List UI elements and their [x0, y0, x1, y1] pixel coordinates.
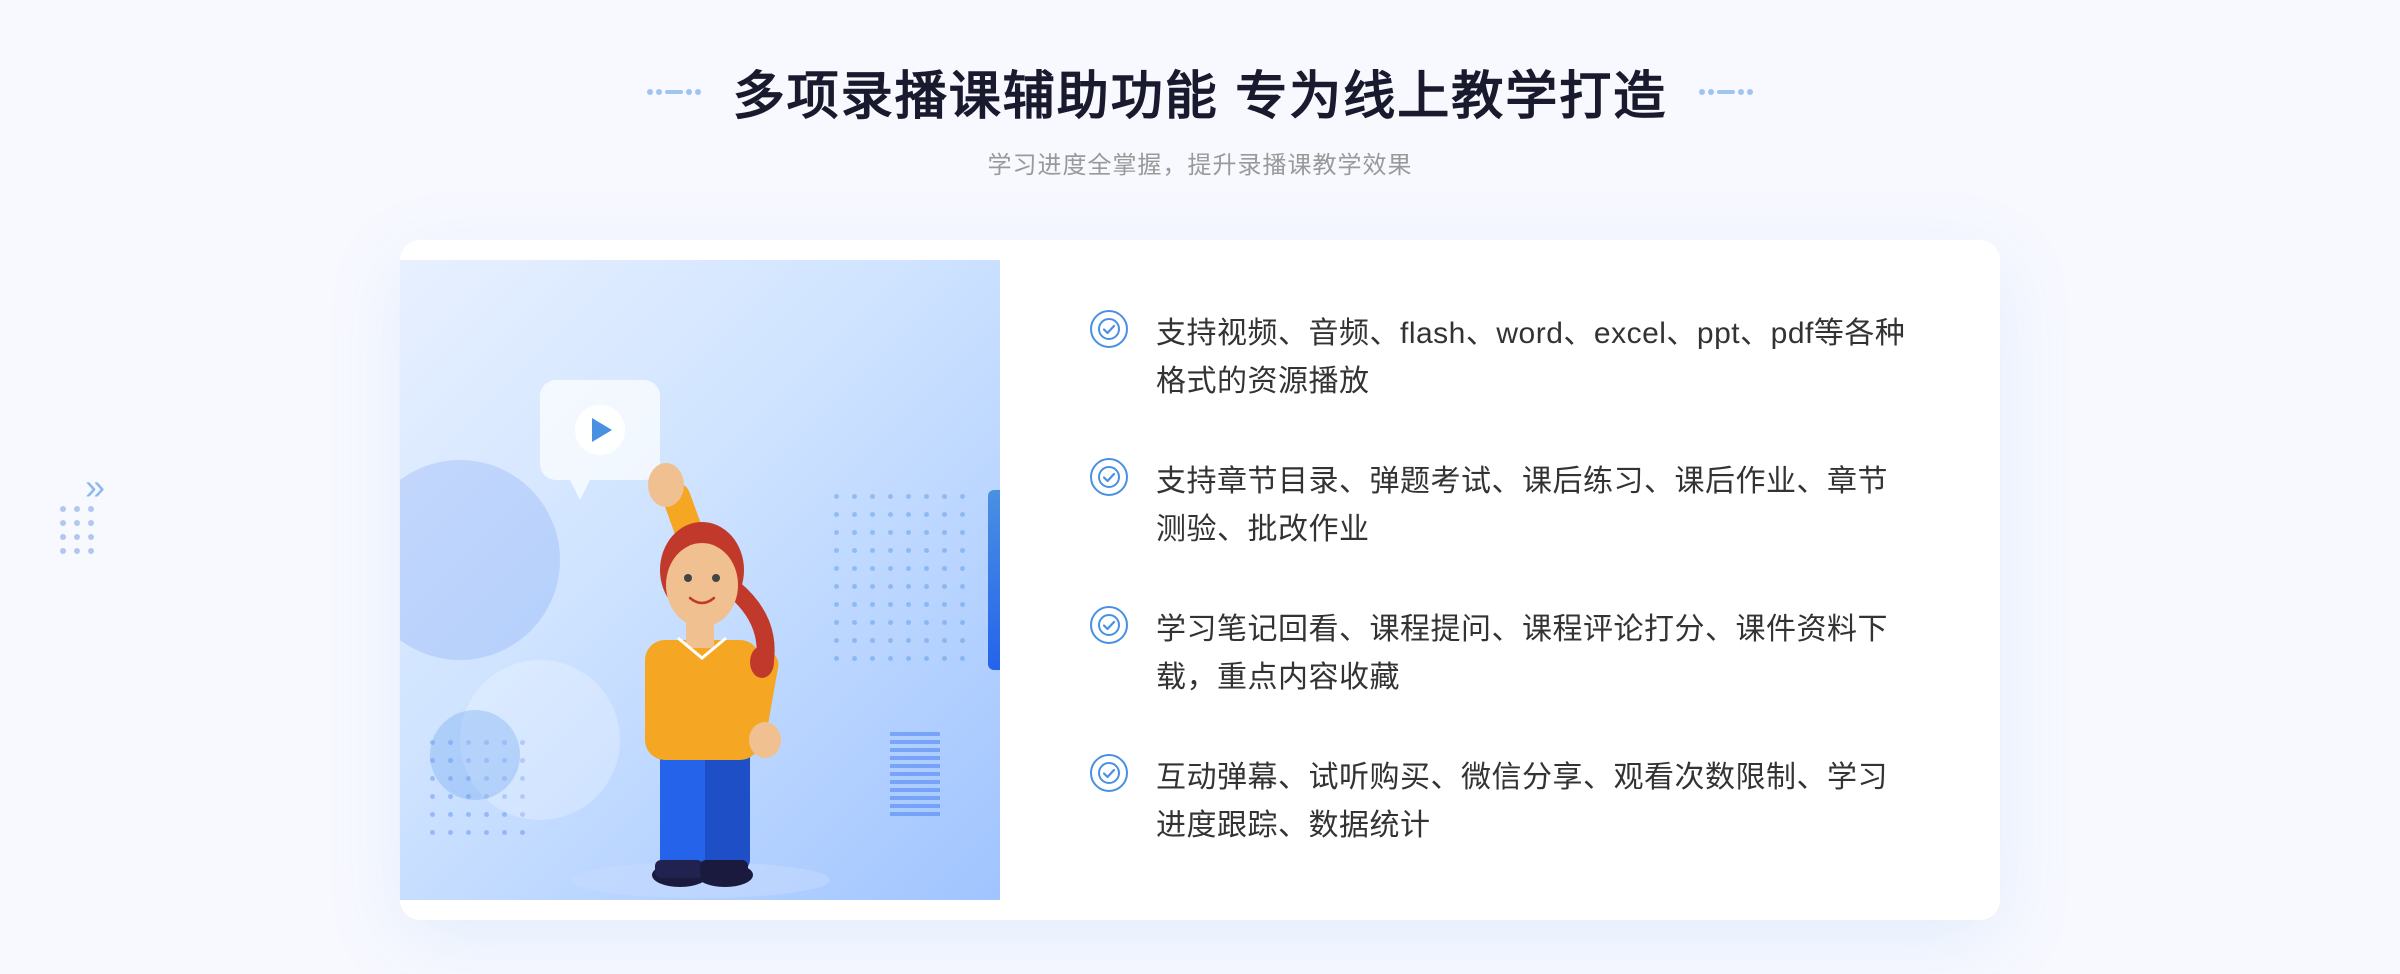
page-title: 多项录播课辅助功能 专为线上教学打造 [733, 54, 1667, 129]
feature-item-3: 学习笔记回看、课程提问、课程评论打分、课件资料下载，重点内容收藏 [1090, 606, 1910, 702]
feature-text-2: 支持章节目录、弹题考试、课后练习、课后作业、章节测验、批改作业 [1156, 458, 1910, 554]
check-icon-3 [1090, 606, 1128, 644]
title-left-decoration [647, 89, 701, 95]
check-icon-1 [1090, 310, 1128, 348]
circle-small-decoration [430, 710, 520, 800]
feature-item-4: 互动弹幕、试听购买、微信分享、观看次数限制、学习进度跟踪、数据统计 [1090, 754, 1910, 850]
feature-item-1: 支持视频、音频、flash、word、excel、ppt、pdf等各种格式的资源… [1090, 310, 1910, 406]
feature-text-3: 学习笔记回看、课程提问、课程评论打分、课件资料下载，重点内容收藏 [1156, 606, 1910, 702]
main-title-container: 多项录播课辅助功能 专为线上教学打造 [635, 54, 1765, 129]
feature-text-1: 支持视频、音频、flash、word、excel、ppt、pdf等各种格式的资源… [1156, 310, 1910, 406]
stripe-decoration [890, 730, 940, 820]
feature-text-4: 互动弹幕、试听购买、微信分享、观看次数限制、学习进度跟踪、数据统计 [1156, 754, 1910, 850]
outer-dots-decoration [60, 506, 94, 554]
header-section: 多项录播课辅助功能 专为线上教学打造 学习进度全掌握，提升录播课教学效果 [635, 54, 1765, 180]
left-chevron-decoration: » [85, 466, 105, 508]
features-panel: 支持视频、音频、flash、word、excel、ppt、pdf等各种格式的资源… [1000, 240, 2000, 920]
main-content-area: 支持视频、音频、flash、word、excel、ppt、pdf等各种格式的资源… [400, 240, 2000, 920]
check-icon-4 [1090, 754, 1128, 792]
person-illustration [530, 420, 870, 900]
title-right-decoration [1699, 89, 1753, 95]
page-container: » 多项录播课辅助功能 专为线上教学打造 学习进度全掌握，提升录播课教学效果 [0, 0, 2400, 974]
feature-item-2: 支持章节目录、弹题考试、课后练习、课后作业、章节测验、批改作业 [1090, 458, 1910, 554]
blue-side-tab [988, 490, 1000, 670]
page-subtitle: 学习进度全掌握，提升录播课教学效果 [635, 145, 1765, 180]
illustration-panel [400, 260, 1000, 900]
check-icon-2 [1090, 458, 1128, 496]
